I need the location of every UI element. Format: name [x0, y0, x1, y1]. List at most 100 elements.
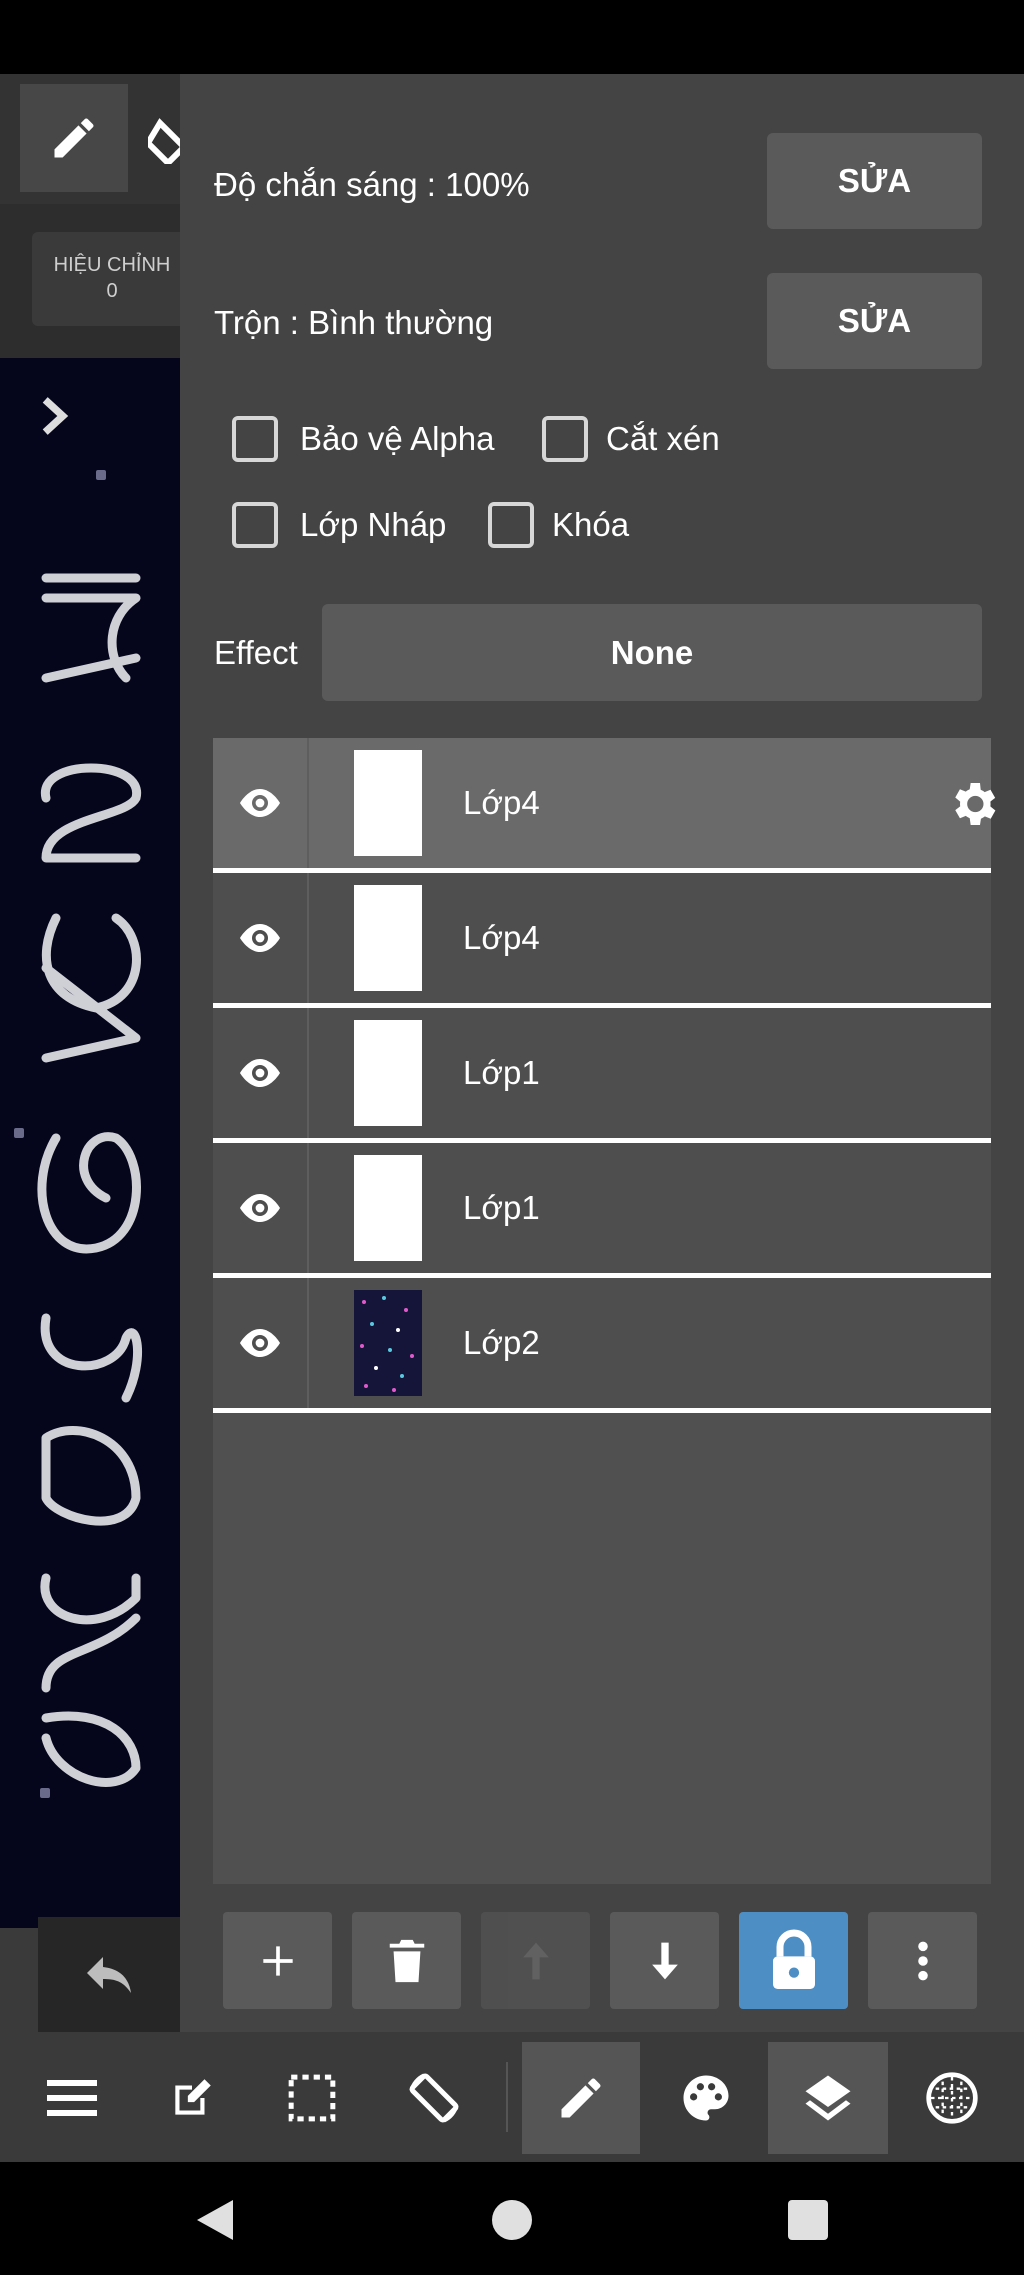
adjust-button[interactable]: HIỆU CHỈNH 0 [32, 232, 180, 326]
visibility-toggle[interactable] [213, 1143, 309, 1273]
pen-tool-tab[interactable] [522, 2042, 640, 2154]
layer-name: Lớp1 [463, 1189, 540, 1226]
nav-home-button[interactable] [484, 2192, 540, 2248]
pen-tool-button[interactable] [20, 84, 128, 192]
layer-thumbnail [354, 750, 422, 856]
layer-row[interactable]: Lớp4 [213, 873, 991, 1008]
effect-select-button[interactable]: None [322, 604, 982, 701]
bottom-toolbar [0, 2032, 1024, 2162]
layer-row[interactable]: Lớp2 [213, 1278, 991, 1413]
layer-name: Lớp2 [463, 1324, 540, 1361]
layers-tab[interactable] [768, 2042, 888, 2154]
eye-icon [240, 924, 280, 952]
layer-thumbnail [354, 1290, 422, 1396]
lock-checkbox[interactable] [488, 502, 534, 548]
canvas-artwork[interactable] [0, 358, 180, 1928]
system-nav-bar [0, 2162, 1024, 2275]
lock-label: Khóa [552, 506, 630, 543]
eraser-icon[interactable] [148, 114, 180, 164]
eye-icon [240, 1329, 280, 1357]
eye-icon [240, 1059, 280, 1087]
more-vertical-icon [917, 1941, 928, 1980]
status-bar [0, 0, 1024, 74]
alpha-protect-checkbox[interactable] [232, 416, 278, 462]
layer-thumbnail [354, 1155, 422, 1261]
palette-icon [683, 2075, 729, 2121]
layer-thumbnail [354, 1020, 422, 1126]
canvas-area: HIỆU CHỈNH 0 [0, 74, 180, 2032]
pen-icon [561, 2078, 601, 2118]
recents-square-icon [788, 2200, 828, 2240]
visibility-toggle[interactable] [213, 1008, 309, 1138]
layer-name: Lớp4 [463, 919, 540, 956]
lock-icon [772, 1929, 815, 1989]
home-circle-icon [492, 2200, 532, 2240]
layer-row[interactable]: Lớp1 [213, 1143, 991, 1278]
edit-button[interactable] [136, 2042, 248, 2154]
edit-icon [175, 2079, 211, 2115]
rotate-icon [409, 2073, 459, 2123]
opacity-label: Độ chắn sáng : 100% [214, 166, 530, 203]
blend-label: Trộn : Bình thường [214, 304, 494, 341]
nav-back-button[interactable] [187, 2192, 243, 2248]
adjust-value: 0 [106, 280, 118, 302]
draft-layer-checkbox[interactable] [232, 502, 278, 548]
opacity-edit-button[interactable]: SỬA [767, 133, 982, 229]
undo-icon [87, 1956, 131, 1993]
starfield-thumbnail [360, 1296, 414, 1392]
eye-icon [240, 1194, 280, 1222]
eye-icon [240, 789, 280, 817]
delete-layer-button[interactable] [352, 1912, 461, 2009]
clipping-checkbox[interactable] [542, 416, 588, 462]
blend-edit-button[interactable]: SỬA [767, 273, 982, 369]
layer-row[interactable]: Lớp1 [213, 1008, 991, 1143]
lock-option[interactable]: Khóa [488, 502, 629, 548]
move-layer-up-button[interactable] [481, 1912, 590, 2009]
draft-layer-option[interactable]: Lớp Nháp [232, 502, 446, 548]
add-icon [262, 1945, 293, 1976]
arrow-up-icon [522, 1942, 549, 1979]
layer-thumbnail [354, 885, 422, 991]
star-dot [96, 470, 106, 480]
pen-icon [54, 118, 94, 158]
back-triangle-icon [197, 2200, 233, 2240]
grid-settings-button[interactable] [896, 2042, 1008, 2154]
nav-recents-button[interactable] [780, 2192, 836, 2248]
visibility-toggle[interactable] [213, 873, 309, 1003]
selection-button[interactable] [256, 2042, 368, 2154]
visibility-toggle[interactable] [213, 738, 309, 868]
more-options-button[interactable] [868, 1912, 977, 2009]
layer-actions [180, 1912, 1024, 2012]
grid-circle-icon [926, 2072, 978, 2124]
trash-icon [389, 1939, 424, 1982]
adjust-label: HIỆU CHỈNH [53, 254, 171, 276]
clipping-option[interactable]: Cắt xén [542, 416, 720, 462]
arrow-down-icon [651, 1942, 678, 1979]
left-toolbar [0, 74, 180, 204]
layer-name: Lớp4 [463, 784, 540, 821]
menu-icon [47, 2080, 97, 2116]
alpha-protect-option[interactable]: Bảo vệ Alpha [232, 416, 495, 462]
layer-name: Lớp1 [463, 1054, 540, 1091]
move-layer-down-button[interactable] [610, 1912, 719, 2009]
clipping-label: Cắt xén [606, 420, 720, 457]
layer-list: Lớp4 Lớp4 Lớp1 Lớp1 Lớp2 [213, 738, 996, 1884]
draft-layer-label: Lớp Nháp [300, 506, 447, 543]
gear-icon[interactable] [945, 776, 1001, 832]
lock-layer-button[interactable] [739, 1912, 848, 2009]
layer-panel: Độ chắn sáng : 100% SỬA Trộn : Bình thườ… [180, 74, 1024, 2032]
visibility-toggle[interactable] [213, 1278, 309, 1408]
menu-button[interactable] [16, 2042, 128, 2154]
layer-row[interactable]: Lớp4 [213, 738, 996, 873]
selection-icon [288, 2074, 336, 2122]
layers-icon [805, 2075, 851, 2121]
chevron-right-icon[interactable] [36, 394, 72, 438]
rotate-canvas-button[interactable] [378, 2042, 490, 2154]
add-layer-button[interactable] [223, 1912, 332, 2009]
alpha-protect-label: Bảo vệ Alpha [300, 420, 495, 457]
undo-button[interactable] [38, 1917, 180, 2032]
effect-label: Effect [214, 634, 298, 671]
toolbar-divider [506, 2062, 508, 2132]
handwriting-stroke [37, 573, 142, 1787]
palette-button[interactable] [650, 2042, 762, 2154]
